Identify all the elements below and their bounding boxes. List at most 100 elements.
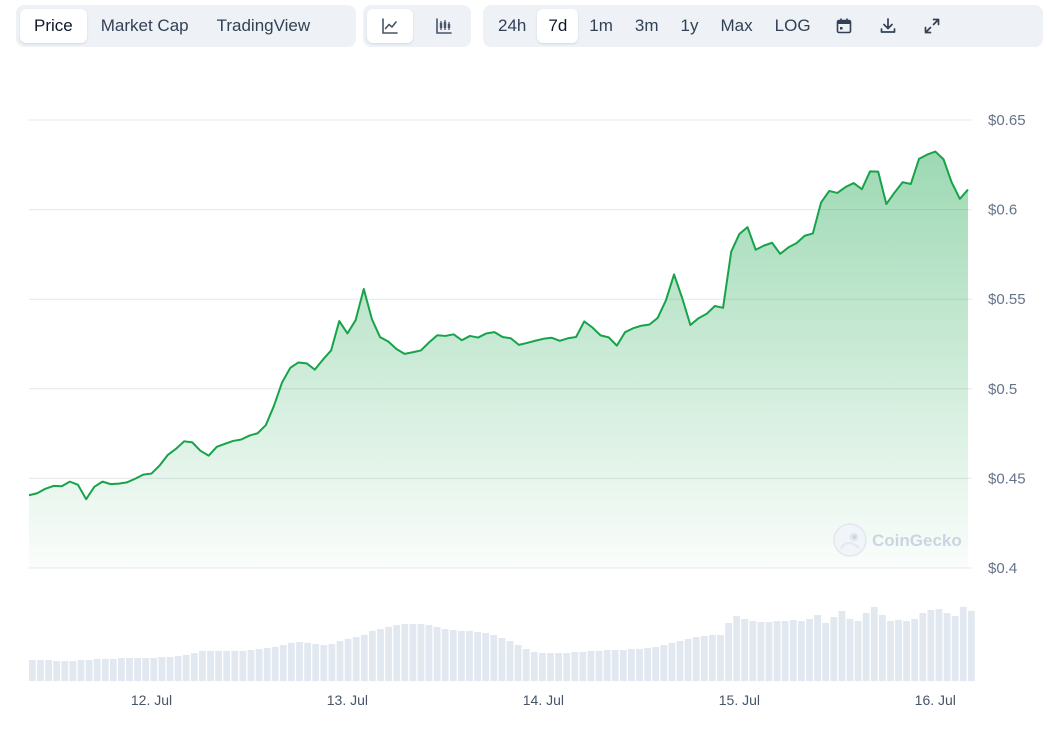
- volume-bar: [879, 615, 886, 681]
- volume-bar: [425, 625, 433, 681]
- volume-bar: [619, 650, 627, 681]
- expand-button[interactable]: [910, 9, 954, 43]
- chart-style-toggle: [363, 5, 471, 47]
- volume-bar: [490, 635, 498, 681]
- volume-bar: [547, 653, 554, 681]
- volume-bar: [45, 660, 52, 681]
- volume-bar: [539, 653, 546, 681]
- expand-icon: [924, 18, 939, 34]
- volume-bar: [571, 652, 579, 681]
- volume-bar: [935, 609, 943, 681]
- volume-bar: [806, 619, 813, 681]
- volume-bar: [239, 651, 247, 681]
- volume-bar: [927, 610, 935, 681]
- volume-bar: [951, 616, 959, 681]
- range-7d[interactable]: 7d: [537, 9, 579, 43]
- volume-bar: [652, 647, 660, 681]
- volume-bar: [587, 651, 595, 681]
- volume-bar: [854, 621, 862, 681]
- volume-bar: [417, 624, 425, 681]
- tab-price[interactable]: Price: [20, 9, 87, 43]
- log-scale-toggle[interactable]: LOG: [764, 9, 822, 43]
- volume-bar: [595, 651, 603, 681]
- volume-bar: [959, 607, 967, 681]
- volume-bar: [393, 625, 401, 681]
- volume-bar: [142, 658, 150, 681]
- volume-bar: [733, 616, 741, 681]
- volume-bar: [530, 652, 538, 681]
- volume-bar: [247, 650, 255, 681]
- volume-bar: [700, 636, 708, 681]
- volume-bars: [29, 607, 975, 681]
- volume-bar: [862, 613, 870, 681]
- range-24h[interactable]: 24h: [487, 9, 537, 43]
- volume-bar: [288, 643, 295, 681]
- x-tick-label: 16. Jul: [915, 692, 956, 708]
- volume-bar: [555, 653, 562, 681]
- volume-bar: [814, 615, 821, 681]
- volume-bar: [312, 644, 320, 681]
- volume-bar: [692, 637, 700, 681]
- coingecko-logo-icon: [833, 523, 867, 557]
- volume-bar: [846, 619, 854, 681]
- volume-bar: [369, 631, 376, 681]
- volume-bar: [717, 635, 724, 681]
- price-area: [28, 150, 969, 569]
- range-1m[interactable]: 1m: [578, 9, 624, 43]
- tab-market-cap[interactable]: Market Cap: [87, 9, 203, 43]
- download-icon: [880, 18, 895, 33]
- volume-bar: [190, 653, 198, 681]
- volume-bar: [29, 660, 36, 681]
- volume-bar: [150, 658, 158, 681]
- y-tick-label: $0.4: [988, 560, 1017, 577]
- tab-tradingview[interactable]: TradingView: [203, 9, 325, 43]
- calendar-button[interactable]: [822, 9, 866, 43]
- volume-bar: [223, 651, 231, 681]
- volume-bar: [781, 621, 789, 681]
- line-chart-button[interactable]: [367, 9, 413, 43]
- volume-bar: [166, 657, 174, 681]
- volume-bar: [360, 635, 368, 681]
- y-tick-label: $0.55: [988, 291, 1026, 308]
- volume-bar: [352, 637, 360, 681]
- volume-bar: [377, 629, 384, 681]
- volume-bar: [85, 660, 93, 681]
- volume-bar: [134, 658, 141, 681]
- volume-bar: [385, 627, 392, 681]
- volume-bar: [741, 619, 749, 681]
- volume-bar: [328, 644, 336, 681]
- range-max[interactable]: Max: [710, 9, 764, 43]
- x-axis-labels: 12. Jul13. Jul14. Jul15. Jul16. Jul17. J…: [131, 692, 956, 708]
- x-tick-label: 15. Jul: [719, 692, 760, 708]
- volume-bar: [101, 659, 109, 681]
- volume-bar: [765, 622, 773, 681]
- volume-bar: [522, 649, 530, 681]
- watermark-text: CoinGecko: [872, 531, 962, 550]
- volume-bar: [968, 611, 975, 681]
- volume-bar: [644, 648, 651, 681]
- volume-bar: [449, 630, 457, 681]
- volume-bar: [474, 632, 481, 681]
- candlestick-chart-button[interactable]: [421, 9, 467, 43]
- volume-bar: [482, 633, 490, 681]
- volume-bar: [182, 655, 190, 681]
- volume-bar: [199, 651, 206, 681]
- volume-bar: [684, 639, 692, 681]
- volume-bar: [158, 657, 166, 681]
- volume-bar: [118, 658, 125, 681]
- volume-bar: [336, 641, 344, 681]
- volume-bar: [628, 649, 635, 681]
- range-3m[interactable]: 3m: [624, 9, 670, 43]
- volume-bar: [798, 621, 805, 681]
- download-button[interactable]: [866, 9, 910, 43]
- volume-bar: [77, 660, 85, 681]
- y-tick-label: $0.6: [988, 202, 1017, 219]
- volume-bar: [37, 660, 44, 681]
- volume-bar: [563, 653, 571, 681]
- volume-bar: [911, 619, 919, 681]
- range-1y[interactable]: 1y: [670, 9, 710, 43]
- volume-bar: [93, 659, 101, 681]
- x-tick-label: 14. Jul: [523, 692, 564, 708]
- volume-bar: [830, 617, 838, 681]
- volume-bar: [69, 661, 77, 681]
